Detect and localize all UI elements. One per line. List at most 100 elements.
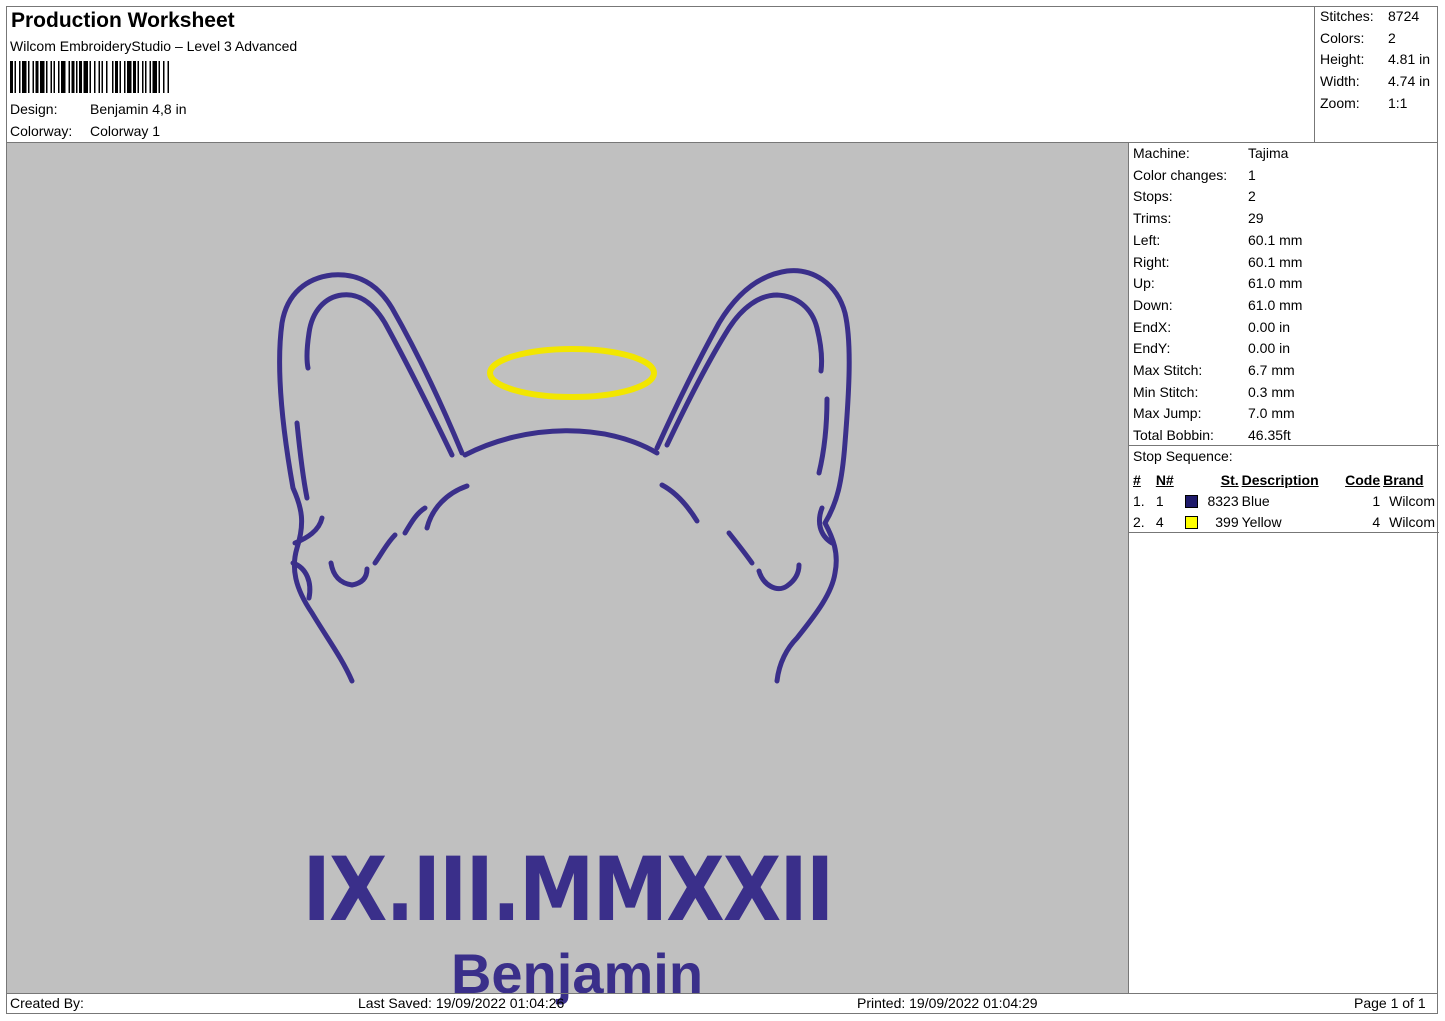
machine-info-row: Machine: Tajima: [1133, 145, 1288, 161]
info-value: 60.1 mm: [1248, 253, 1303, 270]
info-label: Right:: [1133, 253, 1170, 270]
panel-divider: [1129, 445, 1439, 446]
page-number: Page 1 of 1: [1354, 995, 1426, 1011]
table-row: 1. 1 8323 Blue 1 Wilcom: [1133, 490, 1438, 511]
design-value: Benjamin 4,8 in: [90, 101, 187, 117]
stat-value: 2: [1388, 30, 1396, 46]
stat-label: Width:: [1320, 73, 1360, 89]
stat-label: Zoom:: [1320, 95, 1360, 111]
design-row: Design: Benjamin 4,8 in: [10, 101, 187, 117]
info-label: EndX:: [1133, 318, 1172, 335]
info-value: 7.0 mm: [1248, 405, 1295, 422]
info-value: 6.7 mm: [1248, 362, 1295, 378]
machine-info-row: Color changes: 1: [1133, 167, 1256, 183]
barcode: [10, 61, 169, 93]
info-label: Max Stitch:: [1133, 362, 1203, 378]
left-ear-inner-dash: [294, 420, 310, 501]
row-stitches: 8323: [1207, 492, 1239, 509]
row-num: 2.: [1133, 513, 1145, 530]
row-description: Blue: [1241, 492, 1270, 509]
machine-info-row: Left: 60.1 mm: [1133, 232, 1302, 248]
info-label: Color changes:: [1133, 166, 1228, 183]
info-value: 1: [1248, 166, 1256, 183]
stop-sequence-header: # N# St. Description Code Brand: [1133, 469, 1438, 490]
head-top: [462, 428, 660, 458]
stat-width: Width: 4.74 in: [1320, 73, 1430, 89]
right-ear-tip: [756, 562, 802, 592]
row-stitches: 399: [1215, 513, 1239, 530]
machine-info-row: EndY: 0.00 in: [1133, 340, 1290, 356]
design-date-text: IX.III.MMXXII: [302, 838, 834, 941]
stat-height: Height: 4.81 in: [1320, 51, 1430, 67]
info-label: Max Jump:: [1133, 405, 1202, 422]
left-ear-lower-dash2: [372, 532, 398, 566]
info-label: Up:: [1133, 275, 1155, 292]
stat-label: Height:: [1320, 51, 1365, 67]
stat-colors: Colors: 2: [1320, 30, 1396, 46]
row-description: Yellow: [1241, 513, 1282, 530]
machine-info-row: Trims: 29: [1133, 210, 1264, 226]
stat-stitches: Stitches: 8724: [1320, 8, 1419, 24]
software-name: Wilcom EmbroideryStudio – Level 3 Advanc…: [10, 38, 298, 54]
machine-info-row: Total Bobbin: 46.35ft: [1133, 427, 1291, 443]
stat-label: Colors:: [1320, 30, 1365, 46]
machine-info-row: Right: 60.1 mm: [1133, 254, 1302, 270]
row-code: 1: [1372, 492, 1381, 509]
row-needle: 1: [1155, 492, 1164, 509]
stat-value: 8724: [1388, 8, 1420, 24]
stat-zoom: Zoom: 1:1: [1320, 95, 1407, 111]
right-ear-inner: [664, 292, 824, 448]
left-ear-tip: [328, 560, 370, 588]
design-label: Design:: [10, 101, 58, 117]
last-saved: Last Saved: 19/09/2022 01:04:26: [358, 995, 565, 1011]
color-swatch: [1184, 516, 1198, 530]
printed-date: Printed: 19/09/2022 01:04:29: [857, 995, 1038, 1011]
colorway-value: Colorway 1: [90, 123, 161, 139]
stop-sequence-table: # N# St. Description Code Brand 1. 1 832…: [1133, 469, 1438, 532]
col-swatch: [1185, 469, 1208, 490]
left-ear-inner: [304, 292, 455, 458]
left-ear-lower-dash: [402, 505, 428, 536]
stat-value: 1:1: [1388, 95, 1408, 111]
right-ear-lower-dash: [659, 482, 700, 524]
machine-info-row: Min Stitch: 0.3 mm: [1133, 384, 1295, 400]
stat-value: 4.74 in: [1388, 73, 1431, 89]
colorway-row: Colorway: Colorway 1: [10, 123, 160, 139]
right-ear-lower-dash2: [726, 530, 755, 566]
panel-divider: [1129, 532, 1439, 533]
created-by: Created By:: [10, 995, 84, 1011]
footer-divider: [6, 993, 1438, 994]
info-value: 29: [1248, 210, 1264, 227]
machine-info-row: Max Jump: 7.0 mm: [1133, 405, 1295, 421]
info-label: Total Bobbin:: [1133, 427, 1214, 444]
row-needle: 4: [1155, 513, 1164, 530]
info-label: Trims:: [1133, 210, 1172, 227]
machine-info-row: Stops: 2: [1133, 188, 1256, 204]
worksheet-header: Production Worksheet Wilcom EmbroiderySt…: [7, 7, 1314, 142]
halo: [487, 346, 657, 400]
stop-sequence-title: Stop Sequence:: [1133, 448, 1233, 464]
info-value: 60.1 mm: [1248, 231, 1303, 248]
page-title: Production Worksheet: [11, 9, 235, 32]
machine-info-row: Down: 61.0 mm: [1133, 297, 1302, 313]
table-row: 2. 4 399 Yellow 4 Wilcom: [1133, 511, 1438, 532]
info-label: EndY:: [1133, 340, 1171, 357]
info-value: Tajima: [1248, 145, 1289, 161]
machine-info-row: Up: 61.0 mm: [1133, 275, 1302, 291]
info-label: Stops:: [1133, 188, 1173, 205]
row-brand: Wilcom: [1389, 513, 1435, 530]
colorway-label: Colorway:: [10, 123, 73, 139]
info-value: 2: [1248, 188, 1256, 205]
right-ear-inner-dash: [816, 396, 830, 476]
stat-value: 4.81 in: [1388, 51, 1431, 67]
col-code: Code: [1345, 471, 1381, 488]
machine-info-row: Max Stitch: 6.7 mm: [1133, 362, 1295, 378]
col-brand: Brand: [1383, 471, 1424, 488]
info-label: Down:: [1133, 296, 1173, 313]
row-swatch: [1184, 490, 1208, 511]
row-swatch: [1184, 511, 1208, 532]
info-label: Machine:: [1133, 145, 1190, 161]
info-value: 0.00 in: [1248, 318, 1291, 335]
stat-label: Stitches:: [1320, 8, 1374, 24]
row-code: 4: [1372, 513, 1381, 530]
